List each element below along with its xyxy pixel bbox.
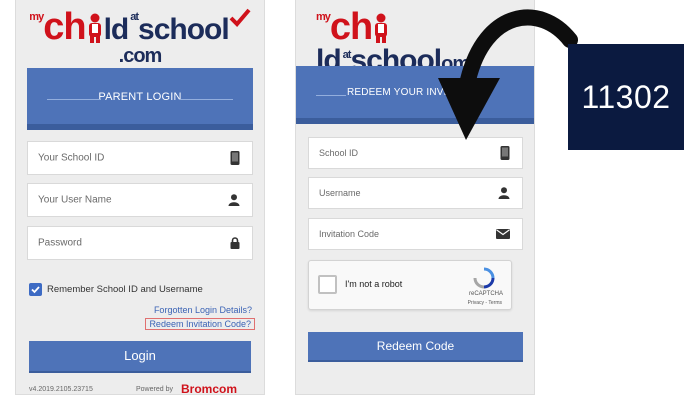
redeem-invitation-link[interactable]: Redeem Invitation Code? (145, 318, 255, 330)
username-input[interactable]: Username (308, 177, 523, 209)
forgotten-login-link[interactable]: Forgotten Login Details? (154, 305, 252, 315)
username-placeholder: Your User Name (38, 194, 112, 206)
login-button[interactable]: Login (29, 341, 251, 371)
username-placeholder: Username (319, 188, 361, 198)
username-input[interactable]: Your User Name (27, 183, 253, 217)
checkmark-icon (31, 286, 40, 294)
school-id-input[interactable]: Your School ID (27, 141, 253, 175)
school-id-placeholder: Your School ID (38, 152, 105, 164)
checkmark-icon (229, 8, 251, 27)
invitation-code-placeholder: Invitation Code (319, 229, 380, 239)
recaptcha-label: I'm not a robot (345, 279, 403, 289)
curved-arrow-icon (438, 9, 578, 140)
tablet-icon (230, 151, 240, 165)
recaptcha-terms[interactable]: Privacy - Terms (468, 300, 502, 306)
recaptcha-widget: I'm not a robot reCAPTCHA Privacy - Term… (308, 260, 512, 310)
powered-by-text: Powered by (136, 386, 173, 393)
child-figure-icon (375, 13, 388, 43)
reference-number-badge: 11302 (568, 44, 684, 150)
version-text: v4.2019.2105.23715 (29, 386, 93, 393)
lock-icon (230, 237, 240, 249)
invitation-code-input[interactable]: Invitation Code (308, 218, 523, 250)
parent-login-panel: mych ld atschool.com PARENT LOGIN Your Sch… (16, 0, 264, 396)
parent-login-banner: PARENT LOGIN (27, 68, 253, 130)
envelope-icon (496, 229, 510, 239)
recaptcha-brand: reCAPTCHA (468, 291, 503, 297)
password-placeholder: Password (38, 237, 82, 249)
user-icon (498, 187, 510, 199)
redeem-code-button[interactable]: Redeem Code (308, 332, 523, 360)
remember-checkbox[interactable] (29, 283, 42, 296)
banner-title: PARENT LOGIN (98, 91, 182, 103)
password-input[interactable]: Password (27, 226, 253, 260)
school-id-placeholder: School ID (319, 148, 359, 158)
user-icon (228, 194, 240, 206)
recaptcha-checkbox[interactable] (318, 275, 337, 294)
child-figure-icon (88, 13, 101, 43)
remember-label: Remember School ID and Username (47, 284, 203, 295)
mychildatschool-logo: mych ld atschool.com (16, 8, 264, 66)
recaptcha-icon (473, 267, 495, 289)
